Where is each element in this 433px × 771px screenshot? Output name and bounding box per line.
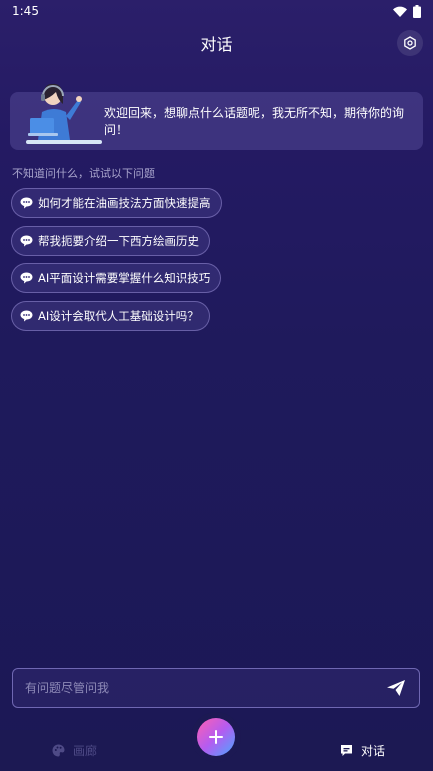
palette-icon xyxy=(52,744,65,757)
battery-icon xyxy=(413,4,421,18)
gear-icon xyxy=(404,36,416,50)
chat-input[interactable] xyxy=(25,681,385,695)
suggestion-chip[interactable]: AI设计会取代人工基础设计吗？ xyxy=(11,301,210,331)
plus-icon xyxy=(209,730,223,744)
chat-bubble-icon xyxy=(20,310,33,322)
nav-item-gallery[interactable]: 画廊 xyxy=(52,730,97,771)
suggestions-label: 不知道问什么，试试以下问题 xyxy=(12,167,155,180)
suggestion-text: AI设计会取代人工基础设计吗？ xyxy=(38,309,199,323)
status-bar: 1:45 xyxy=(0,0,433,22)
message-icon xyxy=(341,745,352,756)
suggestion-text: 如何才能在油画技法方面快速提高 xyxy=(38,196,211,210)
chat-input-box xyxy=(12,668,420,708)
create-button[interactable] xyxy=(197,718,235,756)
suggestion-chip[interactable]: 如何才能在油画技法方面快速提高 xyxy=(11,188,222,218)
nav-item-chat[interactable]: 对话 xyxy=(340,730,385,771)
send-icon xyxy=(387,680,405,696)
welcome-message: 欢迎回来，想聊点什么话题呢，我无所不知，期待你的询问！ xyxy=(104,106,405,137)
status-icons xyxy=(393,4,421,18)
chat-bubble-icon xyxy=(20,272,33,284)
nav-chat-label: 对话 xyxy=(361,744,386,758)
welcome-card: 欢迎回来，想聊点什么话题呢，我无所不知，期待你的询问！ xyxy=(10,83,423,150)
chat-bubble-icon xyxy=(20,197,33,209)
nav-gallery-label: 画廊 xyxy=(73,744,98,758)
settings-button[interactable] xyxy=(397,30,423,56)
suggestion-text: AI平面设计需要掌握什么知识技巧 xyxy=(38,271,211,285)
app-header: 对话 xyxy=(0,28,433,58)
suggestion-text: 帮我扼要介绍一下西方绘画历史 xyxy=(38,234,199,248)
wifi-icon xyxy=(393,6,407,17)
chat-bubble-icon xyxy=(20,235,33,247)
page-title: 对话 xyxy=(200,35,233,54)
status-time: 1:45 xyxy=(12,4,39,18)
send-button[interactable] xyxy=(385,677,407,699)
suggestion-chip[interactable]: AI平面设计需要掌握什么知识技巧 xyxy=(11,263,222,293)
suggestion-chip[interactable]: 帮我扼要介绍一下西方绘画历史 xyxy=(11,226,210,256)
assistant-avatar xyxy=(26,83,102,144)
